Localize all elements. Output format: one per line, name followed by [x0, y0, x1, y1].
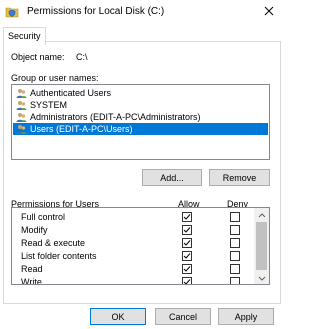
allow-checkbox[interactable]	[182, 238, 192, 248]
chevron-up-icon	[258, 210, 266, 220]
permission-row-modify: Modify	[12, 224, 255, 237]
permission-name: List folder contents	[21, 251, 97, 261]
deny-checkbox[interactable]	[230, 238, 240, 248]
chevron-down-icon	[258, 273, 266, 283]
users-icon	[16, 88, 27, 99]
scroll-up-button[interactable]	[254, 208, 269, 221]
title-bar: Permissions for Local Disk (C:)	[0, 0, 284, 24]
cancel-button[interactable]: Cancel	[155, 308, 211, 325]
close-button[interactable]	[254, 0, 284, 24]
deny-checkbox[interactable]	[230, 212, 240, 222]
deny-checkbox[interactable]	[230, 251, 240, 261]
permission-name: Read & execute	[21, 238, 86, 248]
allow-checkbox[interactable]	[182, 277, 192, 284]
users-icon	[16, 100, 27, 111]
group-item-label: SYSTEM	[30, 100, 68, 110]
window-title: Permissions for Local Disk (C:)	[27, 6, 165, 17]
object-name-value: C:\	[76, 52, 88, 62]
permissions-scrollbar[interactable]	[254, 208, 269, 284]
allow-checkbox[interactable]	[182, 225, 192, 235]
group-item-authenticated-users[interactable]: Authenticated Users	[13, 87, 268, 99]
tab-security[interactable]: Security	[3, 27, 46, 45]
group-item-administrators[interactable]: Administrators (EDIT-A-PC\Administrators…	[13, 111, 268, 123]
permission-row-write: Write	[12, 276, 255, 285]
apply-button[interactable]: Apply	[218, 308, 274, 325]
deny-checkbox[interactable]	[230, 225, 240, 235]
object-name-label: Object name:	[11, 52, 65, 62]
scroll-down-button[interactable]	[254, 271, 269, 284]
scroll-thumb[interactable]	[256, 222, 267, 270]
allow-checkbox[interactable]	[182, 264, 192, 274]
ok-button[interactable]: OK	[90, 308, 146, 325]
group-item-system[interactable]: SYSTEM	[13, 99, 268, 111]
group-list[interactable]: Authenticated Users SYSTEM Administrator…	[11, 84, 270, 160]
allow-checkbox[interactable]	[182, 251, 192, 261]
allow-checkbox[interactable]	[182, 212, 192, 222]
permission-row-full-control: Full control	[12, 211, 255, 224]
group-names-label: Group or user names:	[11, 73, 99, 83]
group-item-users[interactable]: Users (EDIT-A-PC\Users)	[13, 123, 268, 135]
deny-checkbox[interactable]	[230, 277, 240, 284]
group-item-label: Authenticated Users	[30, 88, 112, 98]
permission-row-list-folder-contents: List folder contents	[12, 250, 255, 263]
users-icon	[16, 124, 27, 135]
shield-folder-icon	[5, 5, 19, 19]
permissions-list[interactable]: Full control Modify Read & execute List …	[11, 207, 270, 285]
close-icon	[264, 6, 274, 18]
permission-row-read: Read	[12, 263, 255, 276]
group-item-label: Users (EDIT-A-PC\Users)	[30, 124, 133, 134]
permission-row-read-execute: Read & execute	[12, 237, 255, 250]
permission-name: Full control	[21, 212, 66, 222]
permission-name: Write	[21, 277, 42, 285]
deny-checkbox[interactable]	[230, 264, 240, 274]
remove-button[interactable]: Remove	[209, 169, 270, 186]
permission-name: Modify	[21, 225, 48, 235]
add-button[interactable]: Add...	[142, 169, 202, 186]
group-item-label: Administrators (EDIT-A-PC\Administrators…	[30, 112, 201, 122]
permission-name: Read	[21, 264, 43, 274]
users-icon	[16, 112, 27, 123]
